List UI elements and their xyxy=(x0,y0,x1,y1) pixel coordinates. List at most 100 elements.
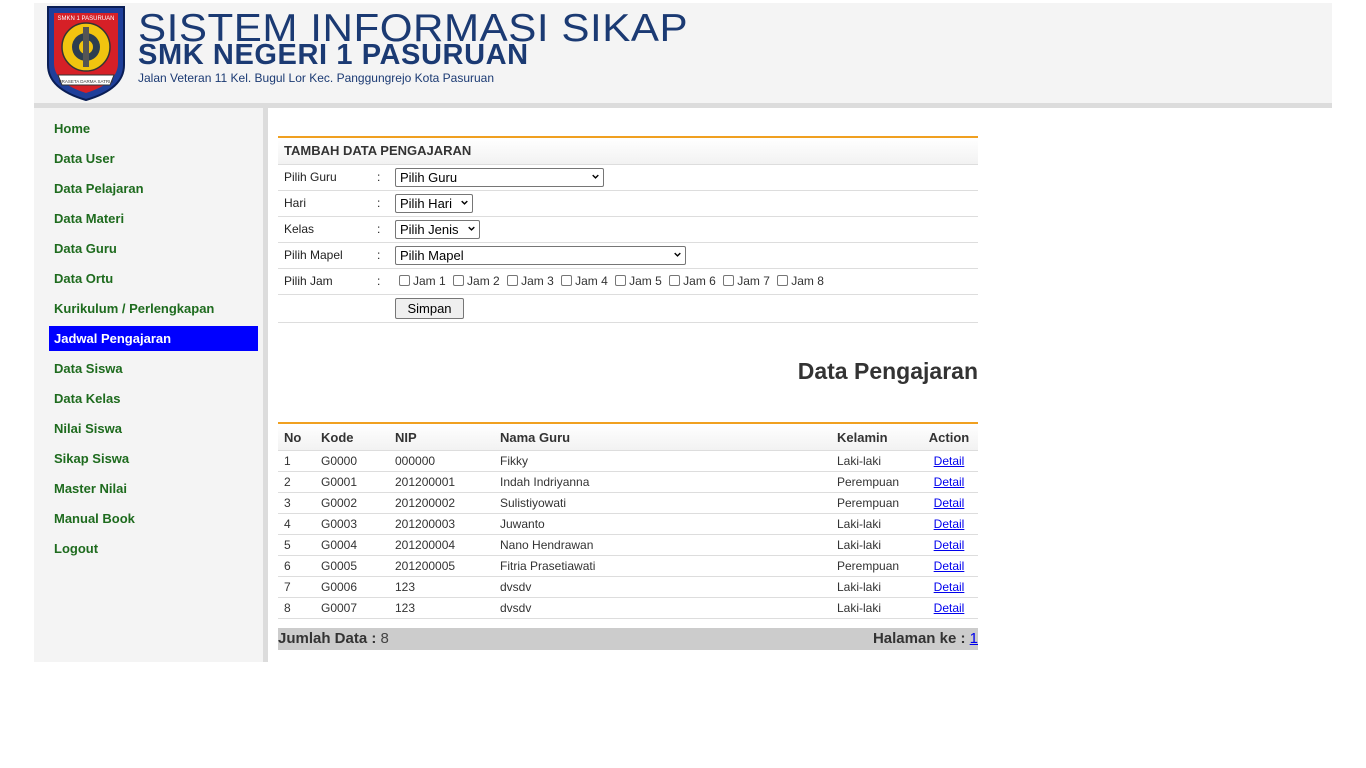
form-row-jam: Pilih Jam : Jam 1 Jam 2 Jam 3 Jam 4 Jam … xyxy=(278,269,978,295)
cell-nama: Fitria Prasetiawati xyxy=(494,555,831,577)
kelas-select[interactable]: Pilih Jenis xyxy=(395,220,480,239)
jam-checkbox-group: Jam 1 Jam 2 Jam 3 Jam 4 Jam 5 Jam 6 Jam … xyxy=(399,272,828,291)
chevron-down-icon xyxy=(592,174,599,179)
checkbox[interactable] xyxy=(399,275,410,286)
cell-kelamin: Laki-laki xyxy=(831,597,920,619)
jam-option-2[interactable]: Jam 2 xyxy=(453,272,500,291)
hari-select-value: Pilih Hari xyxy=(400,196,453,211)
jam-option-label: Jam 2 xyxy=(467,274,500,288)
detail-link[interactable]: Detail xyxy=(934,601,965,615)
sidebar-item-nilai-siswa[interactable]: Nilai Siswa xyxy=(49,416,258,441)
chevron-down-icon xyxy=(674,252,681,257)
checkbox[interactable] xyxy=(777,275,789,286)
detail-link[interactable]: Detail xyxy=(934,517,965,531)
cell-nama: Sulistiyowati xyxy=(494,492,831,514)
cell-action: Detail xyxy=(920,492,978,514)
jam-option-7[interactable]: Jam 7 xyxy=(723,272,770,291)
jam-option-label: Jam 5 xyxy=(629,274,662,288)
guru-select[interactable]: Pilih Guru xyxy=(395,168,604,187)
jam-option-3[interactable]: Jam 3 xyxy=(507,272,554,291)
jam-option-4[interactable]: Jam 4 xyxy=(561,272,608,291)
cell-nama: Juwanto xyxy=(494,513,831,535)
cell-nip: 123 xyxy=(389,597,494,619)
checkbox[interactable] xyxy=(507,275,519,286)
cell-no: 4 xyxy=(278,513,315,535)
sidebar: Home Data User Data Pelajaran Data Mater… xyxy=(34,108,263,662)
hari-colon: : xyxy=(377,196,381,210)
table-row: 5 G0004 201200004 Nano Hendrawan Laki-la… xyxy=(278,534,978,556)
guru-colon: : xyxy=(377,170,381,184)
jam-option-8[interactable]: Jam 8 xyxy=(777,272,824,291)
form-row-kelas: Kelas : Pilih Jenis xyxy=(278,217,978,243)
cell-no: 8 xyxy=(278,597,315,619)
cell-kelamin: Laki-laki xyxy=(831,513,920,535)
cell-nama: dvsdv xyxy=(494,576,831,598)
cell-no: 5 xyxy=(278,534,315,556)
checkbox[interactable] xyxy=(615,275,627,286)
table-header-row: No Kode NIP Nama Guru Kelamin Action xyxy=(278,424,978,451)
detail-link[interactable]: Detail xyxy=(934,580,965,594)
checkbox[interactable] xyxy=(723,275,735,286)
kelas-label: Kelas xyxy=(284,222,315,236)
sidebar-item-logout[interactable]: Logout xyxy=(49,536,258,561)
school-logo-icon: PRASETA DARMA SATRIA SMKN 1 PASURUAN xyxy=(47,6,125,101)
save-button[interactable]: Simpan xyxy=(395,298,464,319)
jam-colon: : xyxy=(377,274,381,288)
page-link-1[interactable]: 1 xyxy=(970,630,978,647)
data-count-value: 8 xyxy=(380,630,389,647)
jam-option-5[interactable]: Jam 5 xyxy=(615,272,662,291)
sidebar-item-data-guru[interactable]: Data Guru xyxy=(49,236,258,261)
sidebar-item-data-user[interactable]: Data User xyxy=(49,146,258,171)
sidebar-item-data-materi[interactable]: Data Materi xyxy=(49,206,258,231)
jam-option-label: Jam 6 xyxy=(683,274,716,288)
logo-top-text: SMKN 1 PASURUAN xyxy=(58,16,115,22)
school-name: SMK NEGERI 1 PASURUAN xyxy=(138,39,529,71)
checkbox[interactable] xyxy=(561,275,573,286)
hari-label: Hari xyxy=(284,196,307,210)
col-header-action: Action xyxy=(920,424,978,451)
guru-label: Pilih Guru xyxy=(284,170,337,184)
detail-link[interactable]: Detail xyxy=(934,475,965,489)
sidebar-item-data-kelas[interactable]: Data Kelas xyxy=(49,386,258,411)
cell-kode: G0002 xyxy=(315,492,389,514)
jam-option-1[interactable]: Jam 1 xyxy=(399,272,446,291)
detail-link[interactable]: Detail xyxy=(934,538,965,552)
sidebar-item-master-nilai[interactable]: Master Nilai xyxy=(49,476,258,501)
jam-option-label: Jam 4 xyxy=(575,274,608,288)
sidebar-item-sikap-siswa[interactable]: Sikap Siswa xyxy=(49,446,258,471)
sidebar-item-data-ortu[interactable]: Data Ortu xyxy=(49,266,258,291)
data-count-label: Jumlah Data : xyxy=(278,630,377,647)
chevron-down-icon xyxy=(468,226,475,231)
sidebar-item-jadwal-pengajaran[interactable]: Jadwal Pengajaran xyxy=(49,326,258,351)
sidebar-item-home[interactable]: Home xyxy=(49,116,258,141)
mapel-colon: : xyxy=(377,248,381,262)
cell-nama: Indah Indriyanna xyxy=(494,471,831,493)
jam-option-label: Jam 3 xyxy=(521,274,554,288)
mapel-select-value: Pilih Mapel xyxy=(400,248,464,263)
guru-select-value: Pilih Guru xyxy=(400,170,458,185)
jam-option-6[interactable]: Jam 6 xyxy=(669,272,716,291)
mapel-select[interactable]: Pilih Mapel xyxy=(395,246,686,265)
sidebar-item-data-siswa[interactable]: Data Siswa xyxy=(49,356,258,381)
cell-no: 7 xyxy=(278,576,315,598)
checkbox[interactable] xyxy=(669,275,681,286)
detail-link[interactable]: Detail xyxy=(934,559,965,573)
sidebar-item-manual-book[interactable]: Manual Book xyxy=(49,506,258,531)
hari-select[interactable]: Pilih Hari xyxy=(395,194,473,213)
detail-link[interactable]: Detail xyxy=(934,496,965,510)
table-row: 2 G0001 201200001 Indah Indriyanna Perem… xyxy=(278,471,978,493)
cell-nama: dvsdv xyxy=(494,597,831,619)
cell-nama: Fikky xyxy=(494,450,831,472)
checkbox[interactable] xyxy=(453,275,465,286)
teaching-table: No Kode NIP Nama Guru Kelamin Action 1 G… xyxy=(278,422,978,619)
cell-kode: G0006 xyxy=(315,576,389,598)
detail-link[interactable]: Detail xyxy=(934,454,965,468)
school-address: Jalan Veteran 11 Kel. Bugul Lor Kec. Pan… xyxy=(138,71,495,85)
cell-kelamin: Laki-laki xyxy=(831,576,920,598)
cell-nama: Nano Hendrawan xyxy=(494,534,831,556)
sidebar-item-kurikulum[interactable]: Kurikulum / Perlengkapan xyxy=(49,296,258,321)
sidebar-item-data-pelajaran[interactable]: Data Pelajaran xyxy=(49,176,258,201)
form-row-guru: Pilih Guru : Pilih Guru xyxy=(278,165,978,191)
cell-nip: 201200002 xyxy=(389,492,494,514)
cell-action: Detail xyxy=(920,555,978,577)
